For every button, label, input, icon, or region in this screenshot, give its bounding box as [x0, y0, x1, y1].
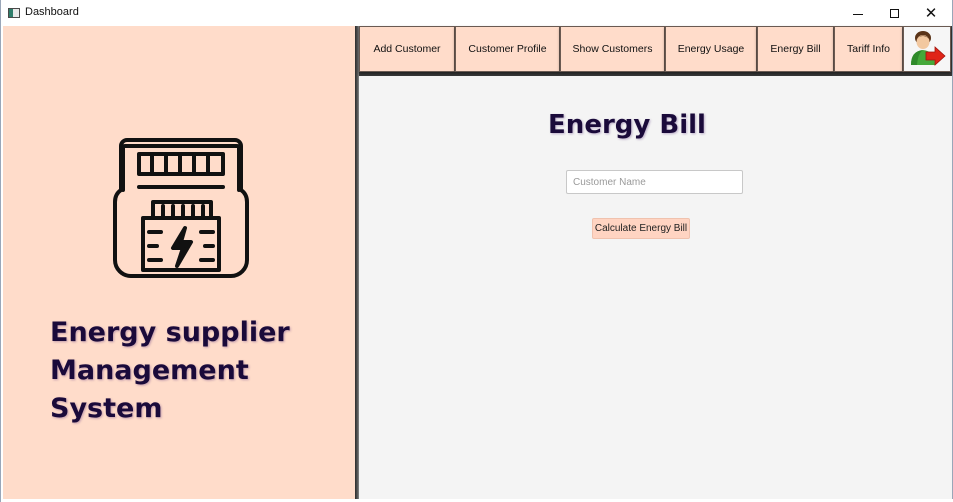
app-icon: [8, 8, 20, 18]
close-icon: ✕: [924, 3, 938, 22]
maximize-icon: [889, 8, 899, 18]
title-bar: Dashboard ✕: [1, 0, 952, 26]
logout-button[interactable]: [903, 26, 951, 72]
maximize-button[interactable]: [876, 0, 912, 26]
top-navigation: Add Customer Customer Profile Show Custo…: [359, 26, 952, 76]
sidebar-panel: Energy supplier Management System: [3, 26, 356, 499]
page-title: Energy Bill: [548, 110, 706, 140]
electric-meter-icon: [113, 138, 249, 278]
customer-name-input[interactable]: [566, 170, 743, 194]
system-title-line: Energy supplier: [50, 317, 290, 348]
close-button[interactable]: ✕: [913, 0, 949, 26]
minimize-icon: [853, 13, 863, 15]
calculate-energy-bill-button[interactable]: Calculate Energy Bill: [592, 218, 690, 239]
nav-energy-usage-button[interactable]: Energy Usage: [665, 26, 757, 72]
nav-tariff-info-button[interactable]: Tariff Info: [834, 26, 903, 72]
nav-show-customers-button[interactable]: Show Customers: [560, 26, 665, 72]
minimize-button[interactable]: [840, 0, 876, 26]
main-content: Energy Bill Calculate Energy Bill: [359, 76, 952, 499]
system-title-line: System: [50, 393, 163, 424]
window-title: Dashboard: [25, 6, 79, 18]
system-title: Energy supplier Management System: [50, 314, 350, 428]
system-title-line: Management: [50, 355, 249, 386]
nav-energy-bill-button[interactable]: Energy Bill: [757, 26, 834, 72]
app-window: Dashboard ✕ Energy supplier Management S…: [0, 0, 953, 502]
user-logout-icon: [911, 31, 946, 66]
nav-customer-profile-button[interactable]: Customer Profile: [455, 26, 560, 72]
nav-add-customer-button[interactable]: Add Customer: [359, 26, 455, 72]
